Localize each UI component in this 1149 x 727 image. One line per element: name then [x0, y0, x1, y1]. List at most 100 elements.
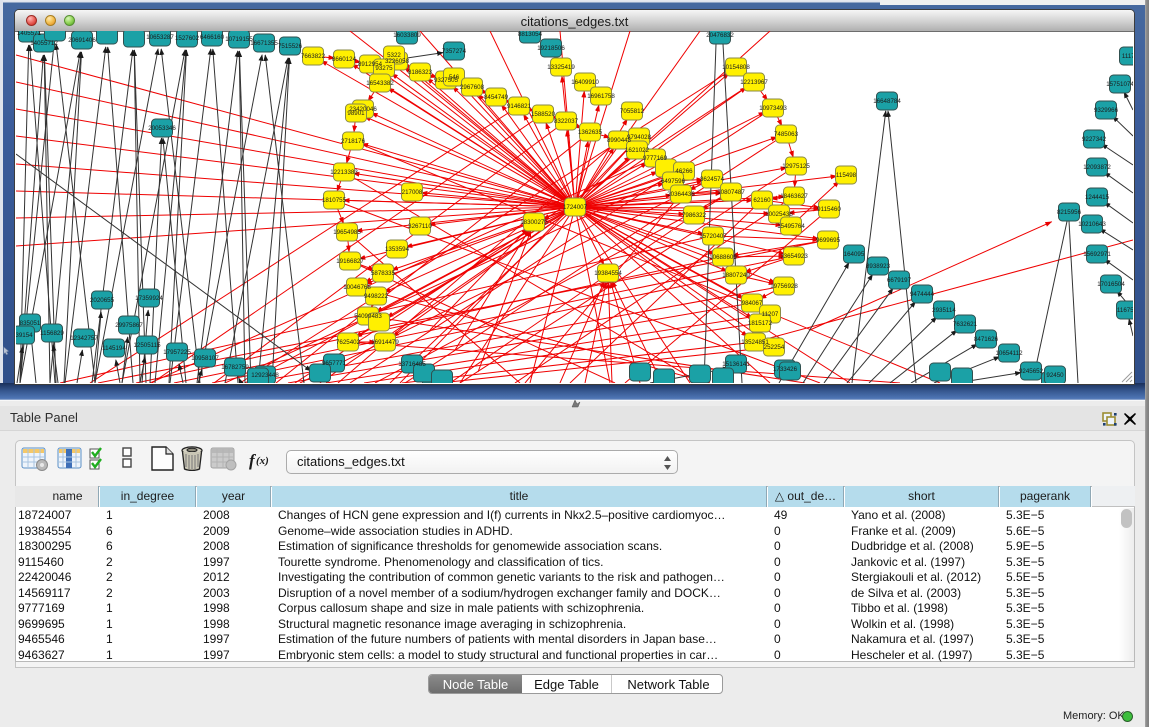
- svg-text:9794028: 9794028: [627, 134, 652, 141]
- svg-text:10154808: 10154808: [722, 64, 750, 71]
- svg-text:16648784: 16648784: [873, 98, 901, 105]
- svg-text:12342757: 12342757: [70, 335, 98, 342]
- svg-text:1527602: 1527602: [175, 35, 200, 42]
- svg-text:11172: 11172: [1122, 53, 1133, 60]
- svg-text:115498: 115498: [836, 172, 857, 179]
- svg-text:15692971: 15692971: [1083, 251, 1111, 258]
- svg-text:8660124: 8660124: [332, 56, 357, 63]
- svg-text:7357274: 7357274: [442, 48, 467, 55]
- svg-text:8471626: 8471626: [974, 336, 999, 343]
- svg-text:1362635: 1362635: [578, 129, 603, 136]
- svg-text:92450: 92450: [1046, 372, 1064, 379]
- svg-text:217008: 217008: [402, 189, 423, 196]
- svg-text:16543382: 16543382: [366, 80, 394, 87]
- svg-text:19654985: 19654985: [333, 229, 361, 236]
- svg-text:5322: 5322: [387, 52, 401, 59]
- svg-text:10653287: 10653287: [146, 34, 174, 41]
- svg-text:20691406: 20691406: [68, 37, 96, 44]
- svg-text:16961758: 16961758: [587, 93, 615, 100]
- svg-text:19166827: 19166827: [336, 258, 364, 265]
- svg-text:16671355: 16671355: [250, 40, 278, 47]
- svg-text:11207: 11207: [762, 311, 779, 318]
- svg-text:1588520: 1588520: [531, 111, 556, 118]
- svg-text:9329966: 9329966: [1094, 107, 1119, 114]
- svg-text:10025438: 10025438: [765, 211, 793, 218]
- svg-text:12213967: 12213967: [740, 79, 768, 86]
- svg-text:8322037: 8322037: [554, 118, 579, 125]
- svg-text:9657771: 9657771: [322, 360, 347, 367]
- svg-text:164095: 164095: [844, 251, 865, 258]
- svg-text:252254: 252254: [764, 344, 785, 351]
- svg-text:16033809: 16033809: [393, 32, 421, 39]
- svg-text:6466160: 6466160: [200, 34, 225, 41]
- svg-text:7625402: 7625402: [336, 339, 361, 346]
- svg-text:29975867: 29975867: [115, 322, 143, 329]
- svg-text:17957225: 17957225: [163, 349, 191, 356]
- svg-text:19384554: 19384554: [594, 270, 622, 277]
- svg-text:7663822: 7663822: [301, 53, 326, 60]
- svg-text:7632621: 7632621: [953, 321, 978, 328]
- svg-text:13654923: 13654923: [780, 253, 808, 260]
- svg-text:3226058: 3226058: [385, 58, 410, 65]
- svg-text:3624574: 3624574: [700, 176, 725, 183]
- svg-text:9227342: 9227342: [1082, 136, 1107, 143]
- svg-text:18807249: 18807249: [722, 272, 750, 279]
- svg-text:6497596: 6497596: [661, 178, 686, 185]
- svg-text:8938923: 8938923: [866, 263, 891, 270]
- svg-text:6679197: 6679197: [887, 277, 912, 284]
- svg-text:10654112: 10654112: [995, 350, 1023, 357]
- svg-text:10807487: 10807487: [717, 189, 745, 196]
- svg-text:1145194: 1145194: [102, 345, 126, 352]
- svg-text:20364436: 20364436: [667, 191, 695, 198]
- svg-text:98901: 98901: [347, 110, 365, 117]
- svg-text:13325419: 13325419: [547, 64, 575, 71]
- svg-text:546: 546: [449, 74, 460, 81]
- svg-text:984067: 984067: [742, 300, 763, 307]
- svg-text:1353594: 1353594: [385, 246, 410, 253]
- svg-text:93275: 93275: [375, 65, 393, 72]
- svg-text:1815172: 1815172: [748, 320, 773, 327]
- svg-text:10958107: 10958107: [191, 355, 219, 362]
- svg-text:15495764: 15495764: [777, 223, 805, 230]
- svg-text:10046768: 10046768: [343, 284, 371, 291]
- svg-text:7055812: 7055812: [620, 108, 645, 115]
- svg-text:8813054: 8813054: [518, 31, 543, 38]
- svg-text:54099483: 54099483: [354, 313, 382, 320]
- svg-text:(x): (x): [256, 455, 269, 467]
- svg-text:12505115: 12505115: [133, 342, 161, 349]
- svg-text:15720407: 15720407: [699, 233, 727, 240]
- svg-text:1810755: 1810755: [322, 197, 347, 204]
- svg-text:8215956: 8215956: [1057, 209, 1082, 216]
- svg-text:15751074: 15751074: [1106, 81, 1133, 88]
- svg-text:9777169: 9777169: [643, 155, 668, 162]
- svg-text:5878335: 5878335: [371, 270, 396, 277]
- svg-text:116753: 116753: [1117, 307, 1133, 314]
- svg-text:12093872: 12093872: [1083, 164, 1111, 171]
- svg-text:13716485: 13716485: [398, 361, 426, 368]
- svg-text:2935114: 2935114: [932, 307, 956, 314]
- svg-text:18300275: 18300275: [520, 219, 548, 226]
- svg-text:39154: 39154: [16, 332, 33, 339]
- svg-text:20053346: 20053346: [148, 125, 176, 132]
- svg-text:1733426: 1733426: [773, 366, 798, 373]
- svg-text:2020655: 2020655: [90, 297, 115, 304]
- svg-text:7986322: 7986322: [682, 212, 707, 219]
- svg-text:19756928: 19756928: [770, 283, 798, 290]
- svg-text:10210643: 10210643: [1078, 221, 1106, 228]
- svg-text:1405571: 1405571: [17, 31, 42, 37]
- svg-text:1621022: 1621022: [625, 147, 650, 154]
- svg-text:16914479: 16914479: [371, 339, 399, 346]
- svg-text:2718176: 2718176: [341, 138, 366, 145]
- svg-text:18463627: 18463627: [780, 193, 808, 200]
- svg-text:19218506: 19218506: [537, 45, 565, 52]
- svg-text:835051: 835051: [20, 320, 41, 327]
- svg-text:12213383: 12213383: [330, 169, 358, 176]
- svg-text:17359924: 17359924: [135, 295, 163, 302]
- svg-text:62160: 62160: [753, 197, 771, 204]
- svg-text:7515526: 7515526: [278, 43, 303, 50]
- svg-text:7485063: 7485063: [774, 131, 799, 138]
- svg-text:12923448: 12923448: [251, 372, 279, 379]
- svg-text:14055712: 14055712: [30, 40, 58, 47]
- svg-text:10688609: 10688609: [709, 254, 737, 261]
- svg-text:8454749: 8454749: [484, 94, 509, 101]
